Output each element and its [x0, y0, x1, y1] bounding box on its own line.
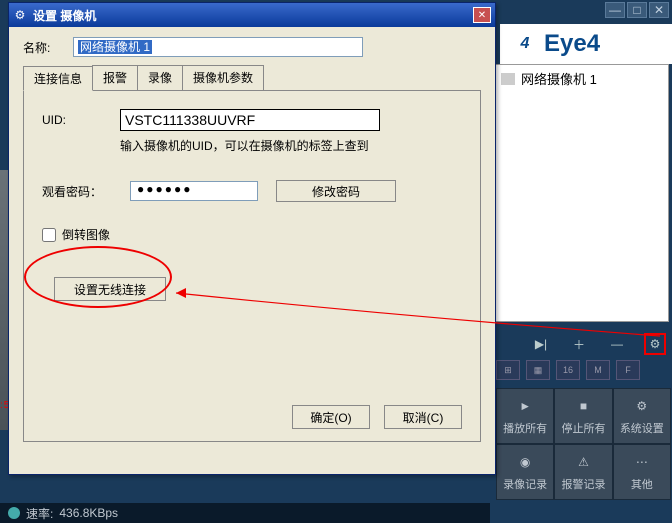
camera-icon	[501, 73, 515, 85]
device-toolbar: ▶| ＋ — ⚙	[496, 330, 672, 358]
layout-1-button[interactable]: ⊞	[496, 360, 520, 380]
layout-f-button[interactable]: F	[616, 360, 640, 380]
gear-icon: ⚙	[13, 8, 27, 22]
other-label: 其他	[631, 476, 653, 492]
alarm-log-label: 报警记录	[561, 476, 605, 492]
minimize-button[interactable]: —	[605, 2, 625, 18]
more-icon: ⋯	[631, 452, 653, 472]
password-input[interactable]: ●●●●●●	[130, 181, 258, 201]
dialog-titlebar[interactable]: ⚙ 设置 摄像机 ✕	[9, 3, 495, 27]
action-grid: ► 播放所有 ■ 停止所有 ⚙ 系统设置 ◉ 录像记录 ⚠ 报警记录 ⋯	[496, 388, 671, 500]
status-rate-label: 速率:	[26, 505, 53, 522]
play-all-label: 播放所有	[503, 420, 547, 436]
camera-name-input[interactable]: 网络摄像机 1	[73, 37, 363, 57]
flip-image-checkbox[interactable]	[42, 228, 56, 242]
flip-image-label: 倒转图像	[62, 226, 110, 243]
wireless-setup-button[interactable]: 设置无线连接	[54, 277, 166, 301]
layout-16-button[interactable]: 16	[556, 360, 580, 380]
uid-label: UID:	[42, 113, 102, 127]
play-all-icon: ►	[514, 396, 536, 416]
alarm-log-button[interactable]: ⚠ 报警记录	[554, 444, 612, 500]
tab-alarm[interactable]: 报警	[92, 65, 138, 90]
close-button[interactable]: ✕	[649, 2, 669, 18]
device-list-item[interactable]: 网络摄像机 1	[495, 65, 668, 92]
play-pause-button[interactable]: ▶|	[530, 333, 552, 355]
stop-all-label: 停止所有	[561, 420, 605, 436]
ok-button[interactable]: 确定(O)	[292, 405, 370, 429]
stop-all-icon: ■	[572, 396, 594, 416]
uid-input[interactable]	[120, 109, 380, 131]
record-log-label: 录像记录	[503, 476, 547, 492]
uid-hint: 输入摄像机的UID，可以在摄像机的标签上查到	[120, 137, 462, 154]
tab-record[interactable]: 录像	[137, 65, 183, 90]
globe-icon	[8, 507, 20, 519]
device-list-panel: 网络摄像机 1	[494, 64, 669, 322]
brand-logo-icon: 4	[512, 31, 538, 57]
camera-settings-dialog: ⚙ 设置 摄像机 ✕ 名称: 网络摄像机 1 连接信息 报警 录像 摄像机参数 …	[8, 2, 496, 475]
video-edge	[0, 170, 8, 430]
layout-4-button[interactable]: ▦	[526, 360, 550, 380]
tab-bar: 连接信息 报警 录像 摄像机参数	[23, 65, 481, 90]
add-device-button[interactable]: ＋	[568, 333, 590, 355]
brand-name: Eye4	[544, 30, 600, 58]
gear-icon: ⚙	[631, 396, 653, 416]
dialog-close-button[interactable]: ✕	[473, 7, 491, 23]
remove-device-button[interactable]: —	[606, 333, 628, 355]
device-settings-button[interactable]: ⚙	[644, 333, 666, 355]
maximize-button[interactable]: □	[627, 2, 647, 18]
main-window-controls: — □ ✕	[605, 2, 669, 18]
tab-panel-connection: UID: 输入摄像机的UID，可以在摄像机的标签上查到 观看密码： ●●●●●●…	[23, 90, 481, 442]
status-bar: 速率: 436.8KBps	[0, 503, 490, 523]
name-label: 名称:	[23, 39, 63, 56]
other-button[interactable]: ⋯ 其他	[613, 444, 671, 500]
device-label: 网络摄像机 1	[521, 69, 597, 88]
record-log-button[interactable]: ◉ 录像记录	[496, 444, 554, 500]
alarm-icon: ⚠	[572, 452, 594, 472]
password-label: 观看密码：	[42, 183, 112, 200]
record-icon: ◉	[514, 452, 536, 472]
system-settings-label: 系统设置	[620, 420, 664, 436]
dialog-title: 设置 摄像机	[33, 7, 467, 24]
logo-strip: 4 Eye4	[500, 24, 672, 64]
camera-name-value: 网络摄像机 1	[78, 40, 152, 54]
change-password-button[interactable]: 修改密码	[276, 180, 396, 202]
cancel-button[interactable]: 取消(C)	[384, 405, 462, 429]
play-all-button[interactable]: ► 播放所有	[496, 388, 554, 444]
tab-camera-params[interactable]: 摄像机参数	[182, 65, 264, 90]
status-rate-value: 436.8KBps	[59, 506, 118, 520]
stop-all-button[interactable]: ■ 停止所有	[554, 388, 612, 444]
system-settings-button[interactable]: ⚙ 系统设置	[613, 388, 671, 444]
layout-buttons: ⊞ ▦ 16 M F	[496, 360, 640, 380]
dialog-body: 名称: 网络摄像机 1 连接信息 报警 录像 摄像机参数 UID: 输入摄像机的…	[9, 27, 495, 452]
tab-connection[interactable]: 连接信息	[23, 66, 93, 91]
layout-m-button[interactable]: M	[586, 360, 610, 380]
